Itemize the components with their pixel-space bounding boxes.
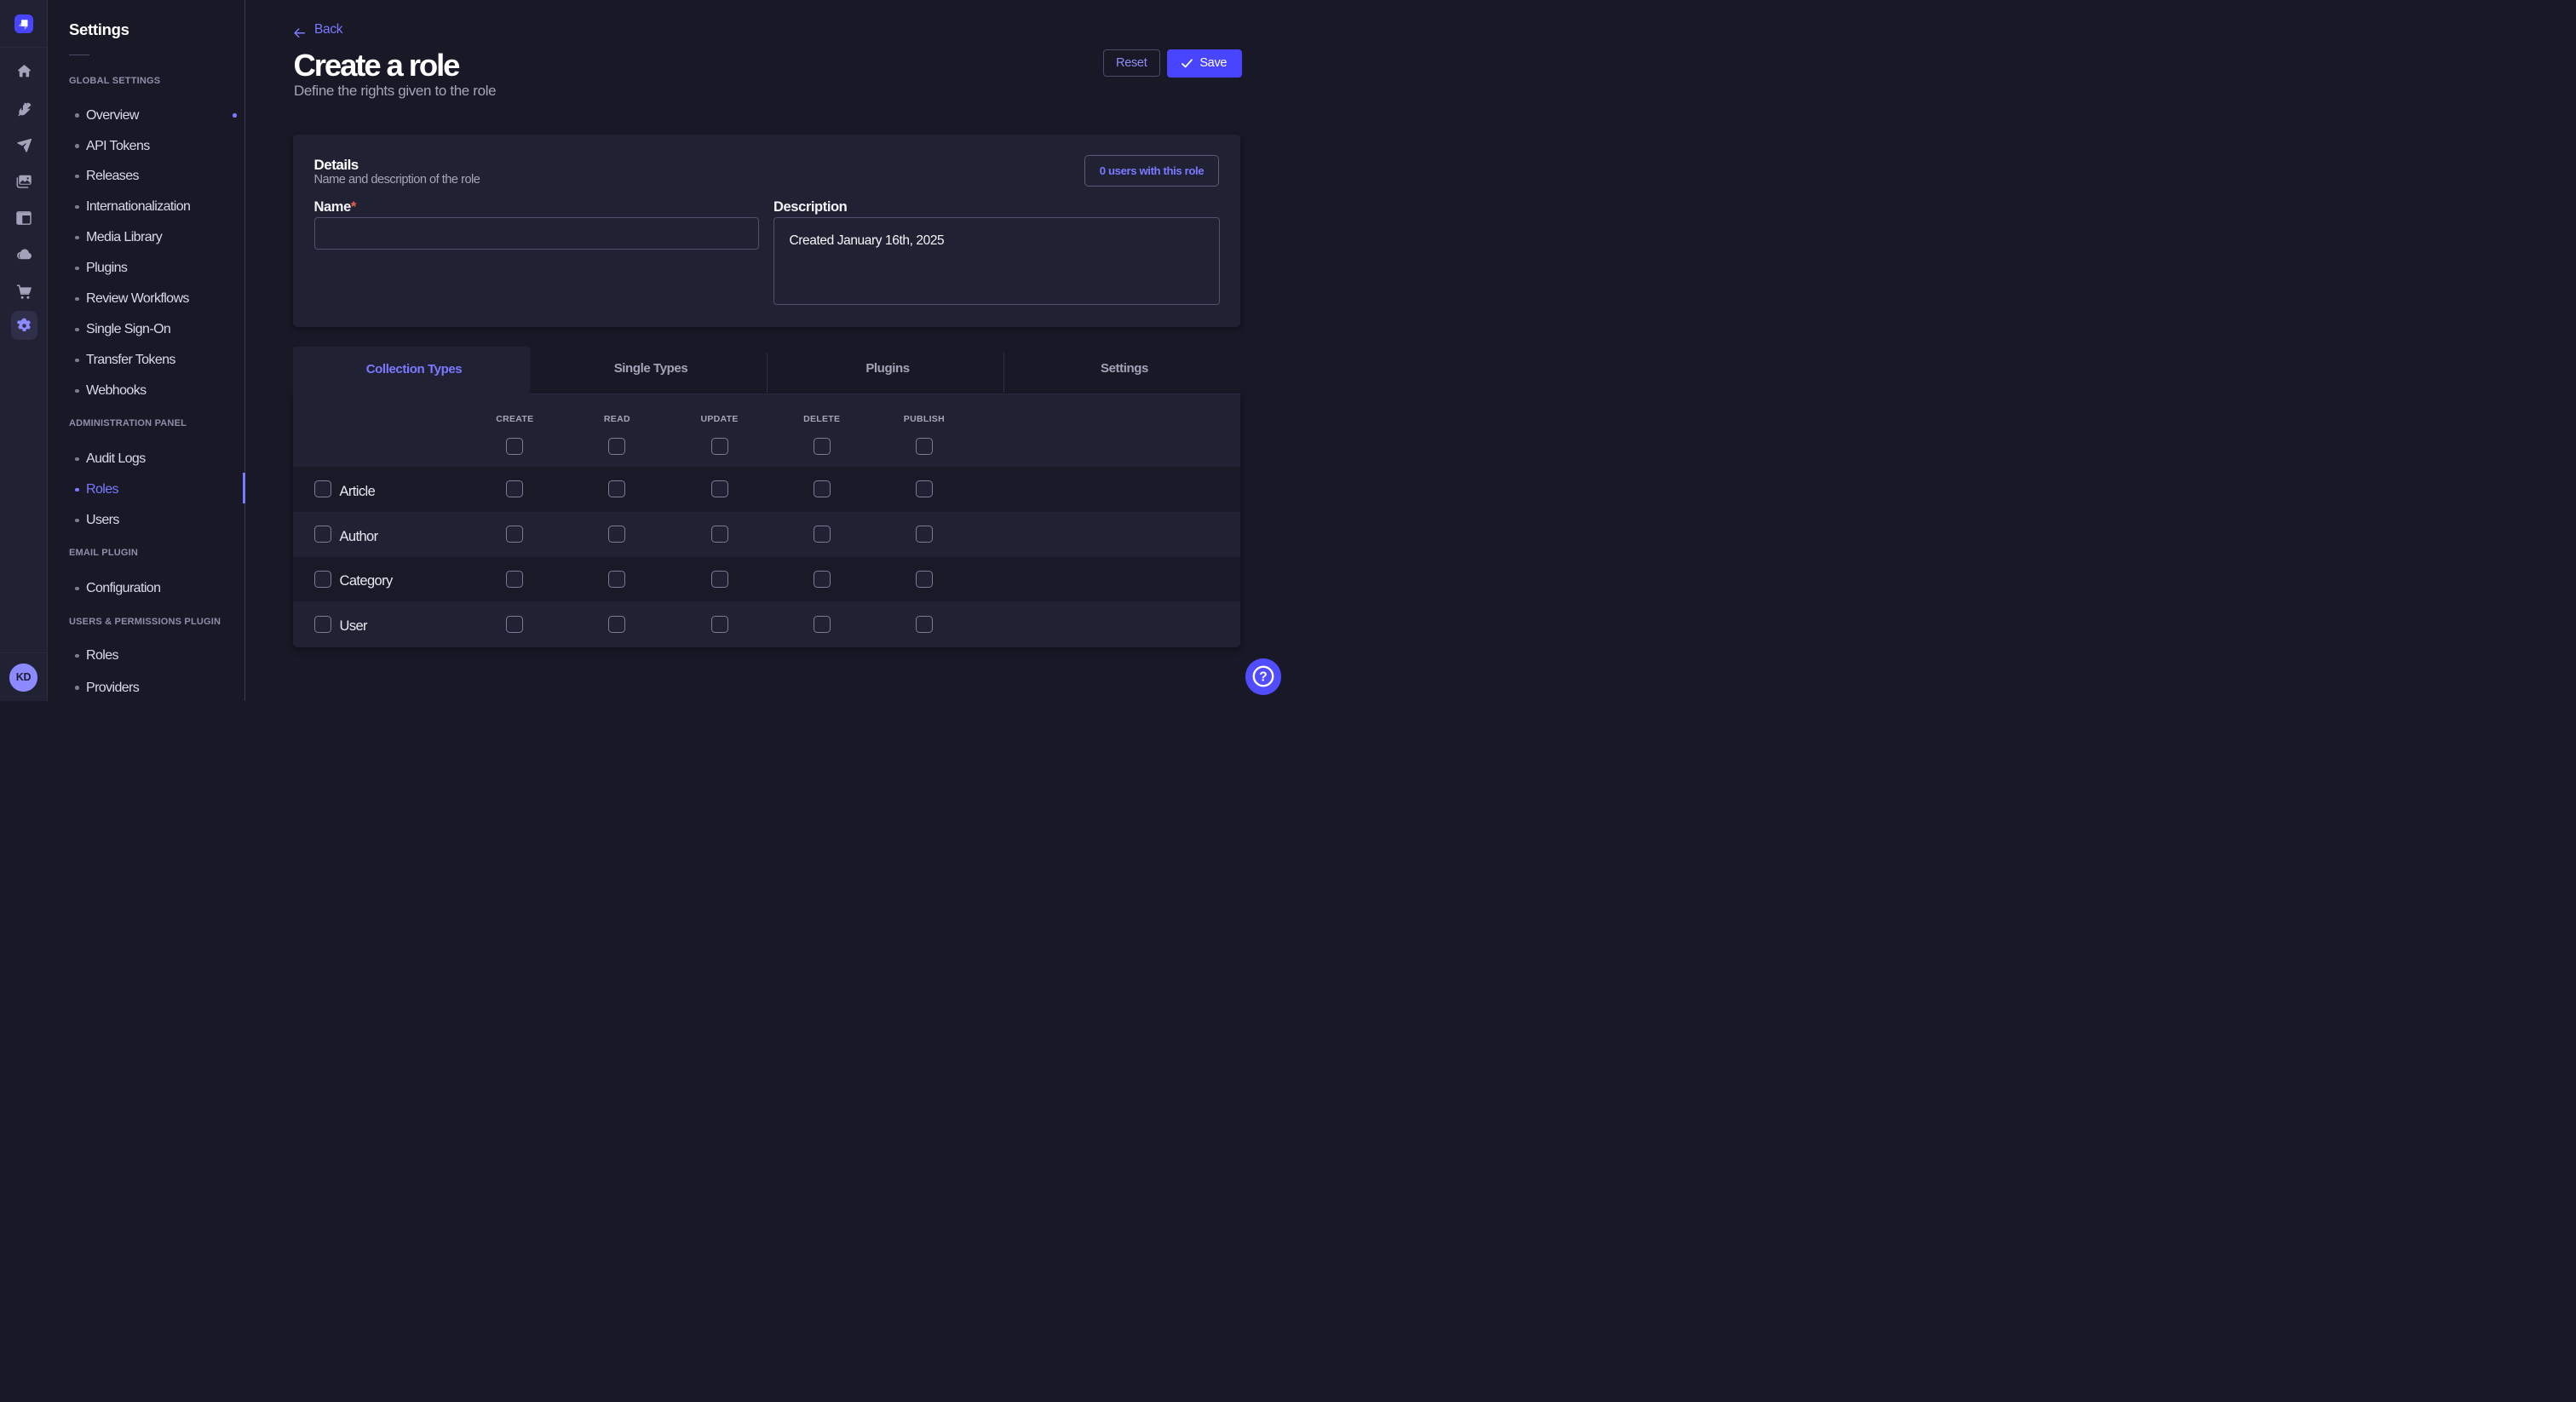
svg-text:?: ?	[1259, 670, 1267, 685]
